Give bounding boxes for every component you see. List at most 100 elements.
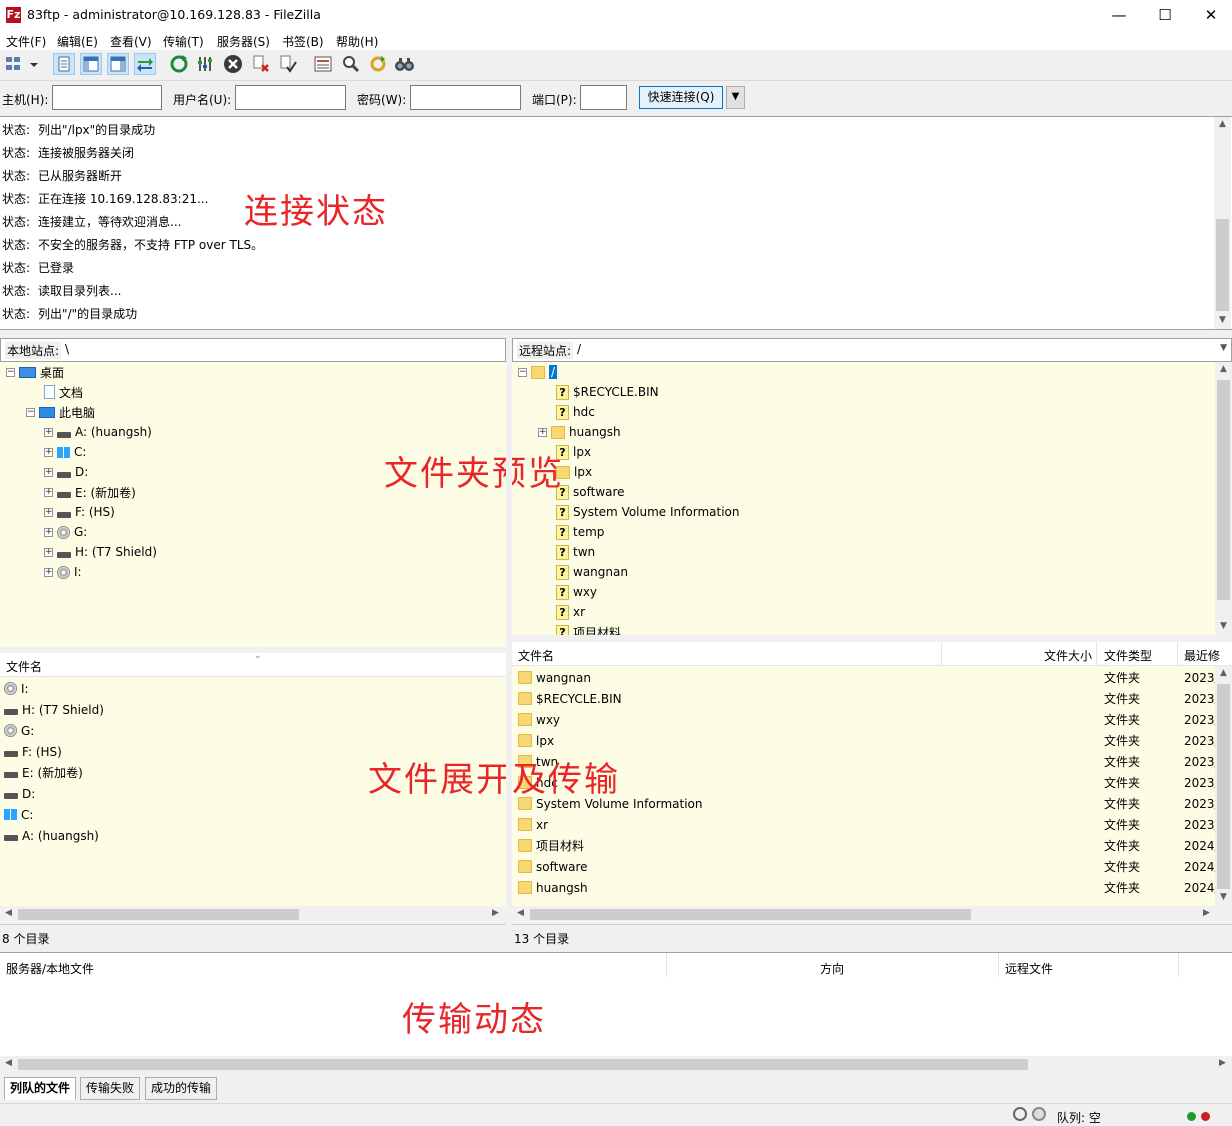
table-row[interactable]: wangnan 文件夹 2023/ xyxy=(518,667,1219,688)
list-item[interactable]: H: (T7 Shield) xyxy=(4,699,104,720)
scroll-up-icon[interactable]: ▲ xyxy=(1215,364,1232,374)
tree-item-drive[interactable]: + G: xyxy=(44,522,87,542)
dropdown-icon[interactable] xyxy=(27,53,41,75)
tree-item-folder[interactable]: ? software xyxy=(556,482,625,502)
column-filetype[interactable]: 文件类型 xyxy=(1104,647,1152,664)
scroll-thumb[interactable] xyxy=(18,1059,1028,1070)
tree-item-documents[interactable]: 文档 xyxy=(44,382,83,402)
table-row[interactable]: huangsh 文件夹 2024/ xyxy=(518,877,1219,898)
expand-icon[interactable]: + xyxy=(44,547,53,557)
expand-icon[interactable]: + xyxy=(44,467,53,477)
column-remote-file[interactable]: 远程文件 xyxy=(1005,960,1053,977)
tree-item-folder[interactable]: ? temp xyxy=(556,522,604,542)
disconnect-icon[interactable] xyxy=(250,53,272,75)
tree-item-root[interactable]: − / xyxy=(518,362,558,382)
column-separator[interactable] xyxy=(1177,642,1178,666)
tree-item-folder[interactable]: ? lpx xyxy=(556,442,591,462)
list-item[interactable]: D: xyxy=(4,783,35,804)
expand-icon[interactable]: + xyxy=(538,427,547,437)
scroll-right-icon[interactable]: ▶ xyxy=(1198,908,1215,918)
tree-item-folder[interactable]: ? twn xyxy=(556,542,595,562)
remote-path-input[interactable]: / xyxy=(577,342,581,356)
list-item[interactable]: F: (HS) xyxy=(4,741,62,762)
list-item[interactable]: I: xyxy=(4,678,29,699)
port-input[interactable] xyxy=(580,85,627,110)
settings-icon[interactable] xyxy=(1013,1107,1027,1121)
directory-listing-filter-icon[interactable] xyxy=(312,53,334,75)
remote-tree-scrollbar[interactable]: ▲ ▼ xyxy=(1215,362,1232,635)
path-dropdown-icon[interactable]: ▼ xyxy=(1220,343,1227,353)
scroll-down-icon[interactable]: ▼ xyxy=(1214,315,1231,325)
tree-item-desktop[interactable]: − 桌面 xyxy=(6,362,64,382)
expand-icon[interactable]: + xyxy=(44,567,53,577)
minimize-button[interactable]: — xyxy=(1096,0,1142,30)
cancel-icon[interactable] xyxy=(222,53,244,75)
scroll-down-icon[interactable]: ▼ xyxy=(1215,892,1232,902)
menu-bookmarks[interactable]: 书签(B) xyxy=(282,33,324,50)
collapse-icon[interactable]: − xyxy=(6,367,15,377)
column-direction[interactable]: 方向 xyxy=(820,960,844,977)
collapse-icon[interactable]: − xyxy=(518,367,527,377)
table-row[interactable]: $RECYCLE.BIN 文件夹 2023/ xyxy=(518,688,1219,709)
menu-transfer[interactable]: 传输(T) xyxy=(163,33,204,50)
table-row[interactable]: hdc 文件夹 2023/ xyxy=(518,772,1219,793)
column-separator[interactable] xyxy=(1096,642,1097,666)
scroll-right-icon[interactable]: ▶ xyxy=(1214,1058,1231,1068)
list-item[interactable]: E: (新加卷) xyxy=(4,762,83,783)
tree-item-drive[interactable]: + H: (T7 Shield) xyxy=(44,542,157,562)
table-row[interactable]: lpx 文件夹 2023/ xyxy=(518,730,1219,751)
scroll-left-icon[interactable]: ◀ xyxy=(0,1058,17,1068)
scroll-right-icon[interactable]: ▶ xyxy=(487,908,504,918)
tree-item-folder[interactable]: ? hdc xyxy=(556,402,595,422)
column-server-local-file[interactable]: 服务器/本地文件 xyxy=(6,960,94,977)
collapse-icon[interactable]: − xyxy=(26,407,35,417)
tree-item-folder[interactable]: ? System Volume Information xyxy=(556,502,739,522)
toggle-local-tree-icon[interactable] xyxy=(80,53,102,75)
scroll-thumb[interactable] xyxy=(1217,684,1230,889)
scroll-down-icon[interactable]: ▼ xyxy=(1215,621,1232,631)
expand-icon[interactable]: + xyxy=(44,427,53,437)
scroll-thumb[interactable] xyxy=(1216,219,1229,311)
sync-browse-icon[interactable] xyxy=(367,53,389,75)
remote-list-hscrollbar[interactable]: ◀ ▶ xyxy=(512,906,1232,923)
tree-item-this-pc[interactable]: − 此电脑 xyxy=(26,402,95,422)
tree-item-drive[interactable]: + F: (HS) xyxy=(44,502,115,522)
log-scrollbar[interactable]: ▲ ▼ xyxy=(1214,117,1231,329)
refresh-icon[interactable] xyxy=(168,53,190,75)
scroll-up-icon[interactable]: ▲ xyxy=(1214,119,1231,129)
list-item[interactable]: G: xyxy=(4,720,34,741)
list-item[interactable]: A: (huangsh) xyxy=(4,825,99,846)
tree-item-folder[interactable]: + huangsh xyxy=(538,422,621,442)
column-modified[interactable]: 最近修 xyxy=(1184,647,1220,664)
scroll-up-icon[interactable]: ▲ xyxy=(1215,668,1232,678)
scroll-thumb[interactable] xyxy=(1217,380,1230,600)
tree-item-drive[interactable]: + E: (新加卷) xyxy=(44,482,136,502)
menu-server[interactable]: 服务器(S) xyxy=(217,33,270,50)
column-separator[interactable] xyxy=(998,953,999,977)
remote-list-scrollbar[interactable]: ▲ ▼ xyxy=(1215,666,1232,906)
maximize-button[interactable]: ☐ xyxy=(1142,0,1188,30)
quickconnect-button[interactable]: 快速连接(Q) xyxy=(639,86,723,109)
reconnect-icon[interactable] xyxy=(277,53,299,75)
local-list-hscrollbar[interactable]: ◀ ▶ xyxy=(0,906,506,923)
queue-hscrollbar[interactable]: ◀ ▶ xyxy=(0,1056,1232,1073)
expand-icon[interactable]: + xyxy=(44,487,53,497)
column-filename[interactable]: 文件名 xyxy=(6,658,42,675)
compare-icon[interactable] xyxy=(340,53,362,75)
password-input[interactable] xyxy=(410,85,521,110)
tree-item-drive[interactable]: + A: (huangsh) xyxy=(44,422,152,442)
tree-item-folder[interactable]: lpx xyxy=(556,462,592,482)
username-input[interactable] xyxy=(235,85,346,110)
column-filesize[interactable]: 文件大小 xyxy=(1044,647,1092,664)
tree-item-drive[interactable]: + C: xyxy=(44,442,86,462)
tree-item-drive[interactable]: + D: xyxy=(44,462,88,482)
menu-view[interactable]: 查看(V) xyxy=(110,33,152,50)
table-row[interactable]: wxy 文件夹 2023/ xyxy=(518,709,1219,730)
column-separator[interactable] xyxy=(666,953,667,977)
toggle-queue-icon[interactable] xyxy=(134,53,156,75)
search-icon[interactable] xyxy=(393,53,415,75)
tab-successful-transfers[interactable]: 成功的传输 xyxy=(145,1077,218,1100)
tree-item-folder[interactable]: ? wangnan xyxy=(556,562,628,582)
tree-item-folder[interactable]: ? $RECYCLE.BIN xyxy=(556,382,659,402)
table-row[interactable]: System Volume Information 文件夹 2023/ xyxy=(518,793,1219,814)
